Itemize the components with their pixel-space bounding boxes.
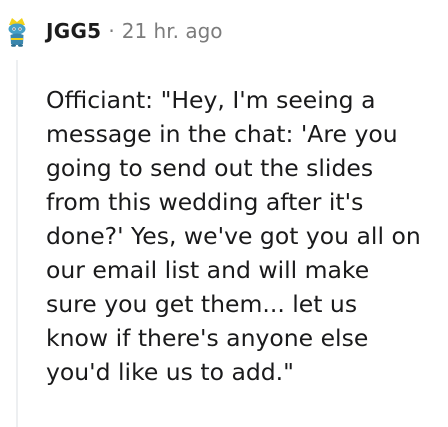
meta-separator: · — [108, 19, 115, 43]
comment-line: our email list and will make — [46, 256, 370, 284]
user-avatar[interactable] — [1, 16, 33, 48]
comment: JGG5 · 21 hr. ago Officiant: "Hey, I'm s… — [0, 0, 448, 427]
snoo-avatar-icon — [8, 18, 26, 47]
comment-meta: JGG5 · 21 hr. ago — [46, 14, 223, 48]
username[interactable]: JGG5 — [46, 19, 101, 43]
thread-line[interactable] — [16, 60, 18, 427]
comment-line: message in the chat: 'Are you — [46, 120, 398, 148]
comment-line: sure you get them... let us — [46, 290, 358, 318]
timestamp[interactable]: 21 hr. ago — [122, 19, 223, 43]
comment-line: Officiant: "Hey, I'm seeing a — [46, 86, 376, 114]
comment-line: know if there's anyone else — [46, 324, 369, 352]
comment-body: Officiant: "Hey, I'm seeing a message in… — [46, 83, 446, 389]
comment-line: from this wedding after it's — [46, 188, 364, 216]
comment-line: going to send out the slides — [46, 154, 374, 182]
comment-line: done?' Yes, we've got you all on — [46, 222, 421, 250]
comment-line: you'd like us to add." — [46, 358, 294, 386]
